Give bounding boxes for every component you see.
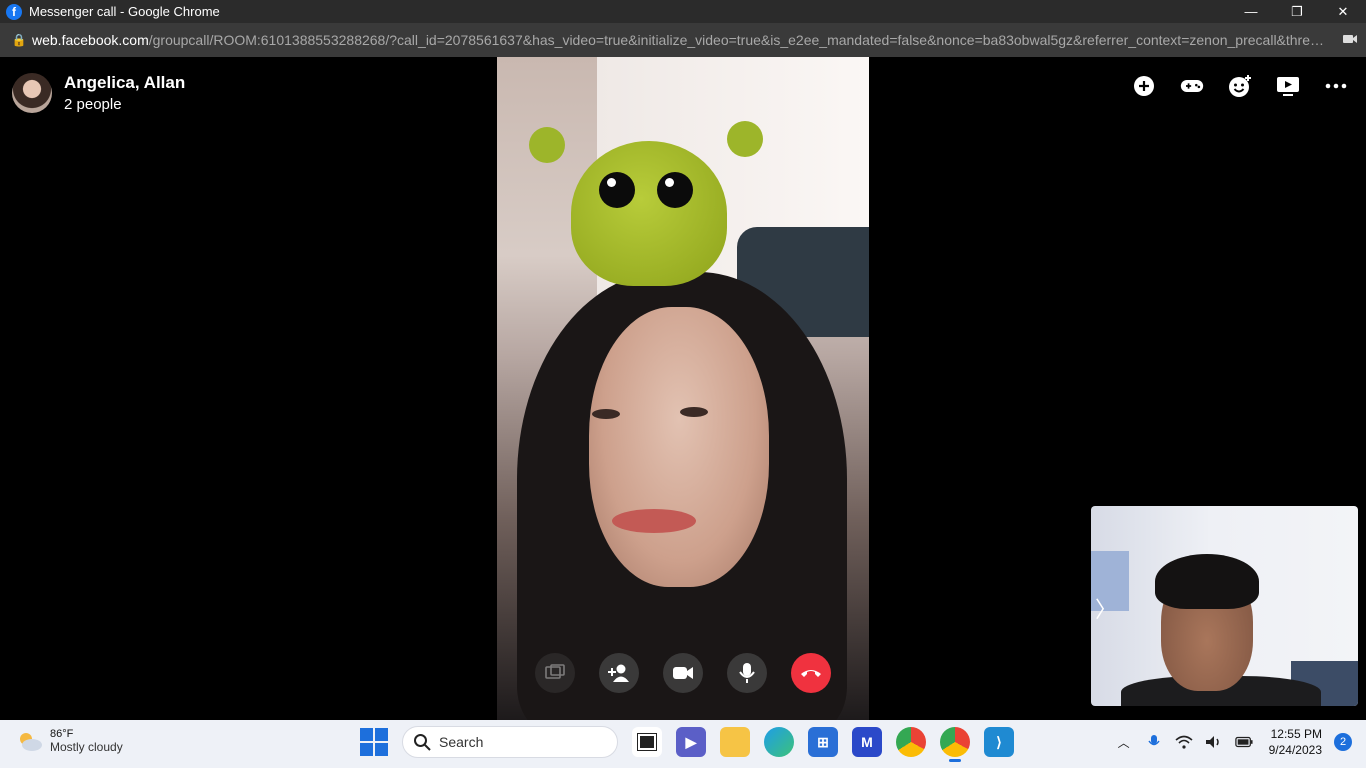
emoji-add-icon[interactable] (1228, 74, 1252, 98)
minimize-button[interactable]: — (1228, 0, 1274, 23)
volume-icon[interactable] (1205, 733, 1223, 751)
cloud-sun-icon (20, 733, 42, 751)
microphone-icon (739, 663, 755, 683)
time: 12:55 PM (1270, 727, 1322, 741)
task-view-icon[interactable] (632, 727, 662, 757)
top-actions (1132, 74, 1348, 98)
battery-icon[interactable] (1234, 733, 1253, 751)
clock[interactable]: 12:55 PM 9/24/2023 (1269, 726, 1322, 758)
search-icon (414, 734, 431, 751)
share-screen-icon (545, 664, 565, 679)
add-person-icon (608, 664, 629, 682)
video-camera-icon (673, 667, 693, 679)
date: 9/24/2023 (1268, 743, 1322, 757)
weather-widget[interactable]: 86°F Mostly cloudy (16, 728, 123, 754)
chevron-up-icon[interactable]: ︿ (1115, 733, 1133, 751)
start-button[interactable] (360, 728, 388, 756)
weather-desc: Mostly cloudy (50, 740, 123, 754)
microphone-icon[interactable] (1145, 733, 1163, 751)
url-path: /groupcall/ROOM:6101388553288268/?call_i… (148, 32, 1329, 48)
participant-count: 2 people (64, 96, 122, 113)
teams-icon[interactable]: ▶ (676, 727, 706, 757)
add-person-button[interactable] (599, 653, 639, 693)
wifi-icon[interactable] (1175, 733, 1193, 751)
window-title: Messenger call - Google Chrome (29, 4, 220, 19)
taskbar-apps: Search ▶ ⊞ M ⟩ (360, 726, 1014, 762)
facebook-icon: f (6, 3, 22, 20)
call-header: Angelica, Allan 2 people (12, 73, 185, 113)
close-button[interactable]: ✕ (1320, 0, 1366, 23)
share-screen-button[interactable] (535, 653, 575, 693)
camera-in-use-icon[interactable] (1342, 31, 1358, 47)
file-explorer-icon[interactable] (720, 727, 750, 757)
self-view-video[interactable]: 〉 (1091, 506, 1358, 706)
call-controls (535, 653, 831, 693)
remote-video (497, 57, 869, 720)
taskbar-search[interactable]: Search (402, 726, 618, 758)
edge-icon[interactable] (764, 727, 794, 757)
vscode-icon[interactable]: ⟩ (984, 727, 1014, 757)
lock-icon[interactable]: 🔒 (6, 33, 32, 47)
end-call-icon (801, 670, 821, 677)
chrome-profile-icon[interactable] (940, 727, 970, 762)
window-title-bar: f Messenger call - Google Chrome — ❐ ✕ (0, 0, 1366, 23)
mute-button[interactable] (727, 653, 767, 693)
address-bar[interactable]: 🔒 web.facebook.com/groupcall/ROOM:610138… (0, 23, 1366, 57)
more-icon[interactable] (1324, 74, 1348, 98)
url-host: web.facebook.com (32, 32, 149, 48)
gamepad-icon[interactable] (1180, 74, 1204, 98)
alien-filter-sticker (529, 121, 763, 292)
end-call-button[interactable] (791, 653, 831, 693)
restore-button[interactable]: ❐ (1274, 0, 1320, 23)
add-icon[interactable] (1132, 74, 1156, 98)
weather-temp: 86°F (50, 728, 74, 740)
notification-badge[interactable]: 2 (1334, 733, 1352, 751)
store-icon[interactable]: ⊞ (808, 727, 838, 757)
chrome-icon[interactable] (896, 727, 926, 757)
avatar[interactable] (12, 73, 52, 113)
video-toggle-button[interactable] (663, 653, 703, 693)
power-automate-icon[interactable]: M (852, 727, 882, 757)
window-controls: — ❐ ✕ (1228, 0, 1366, 23)
search-placeholder: Search (439, 734, 484, 750)
share-screen-icon[interactable] (1276, 74, 1300, 98)
chevron-right-icon[interactable]: 〉 (1095, 592, 1117, 624)
call-title: Angelica, Allan (64, 73, 186, 92)
call-area: Angelica, Allan 2 people 〉 (0, 57, 1366, 720)
system-tray: ︿ 12:55 PM 9/24/2023 2 (1115, 726, 1352, 758)
taskbar: 86°F Mostly cloudy Search ▶ ⊞ M ⟩ ︿ 12:5… (0, 720, 1366, 768)
